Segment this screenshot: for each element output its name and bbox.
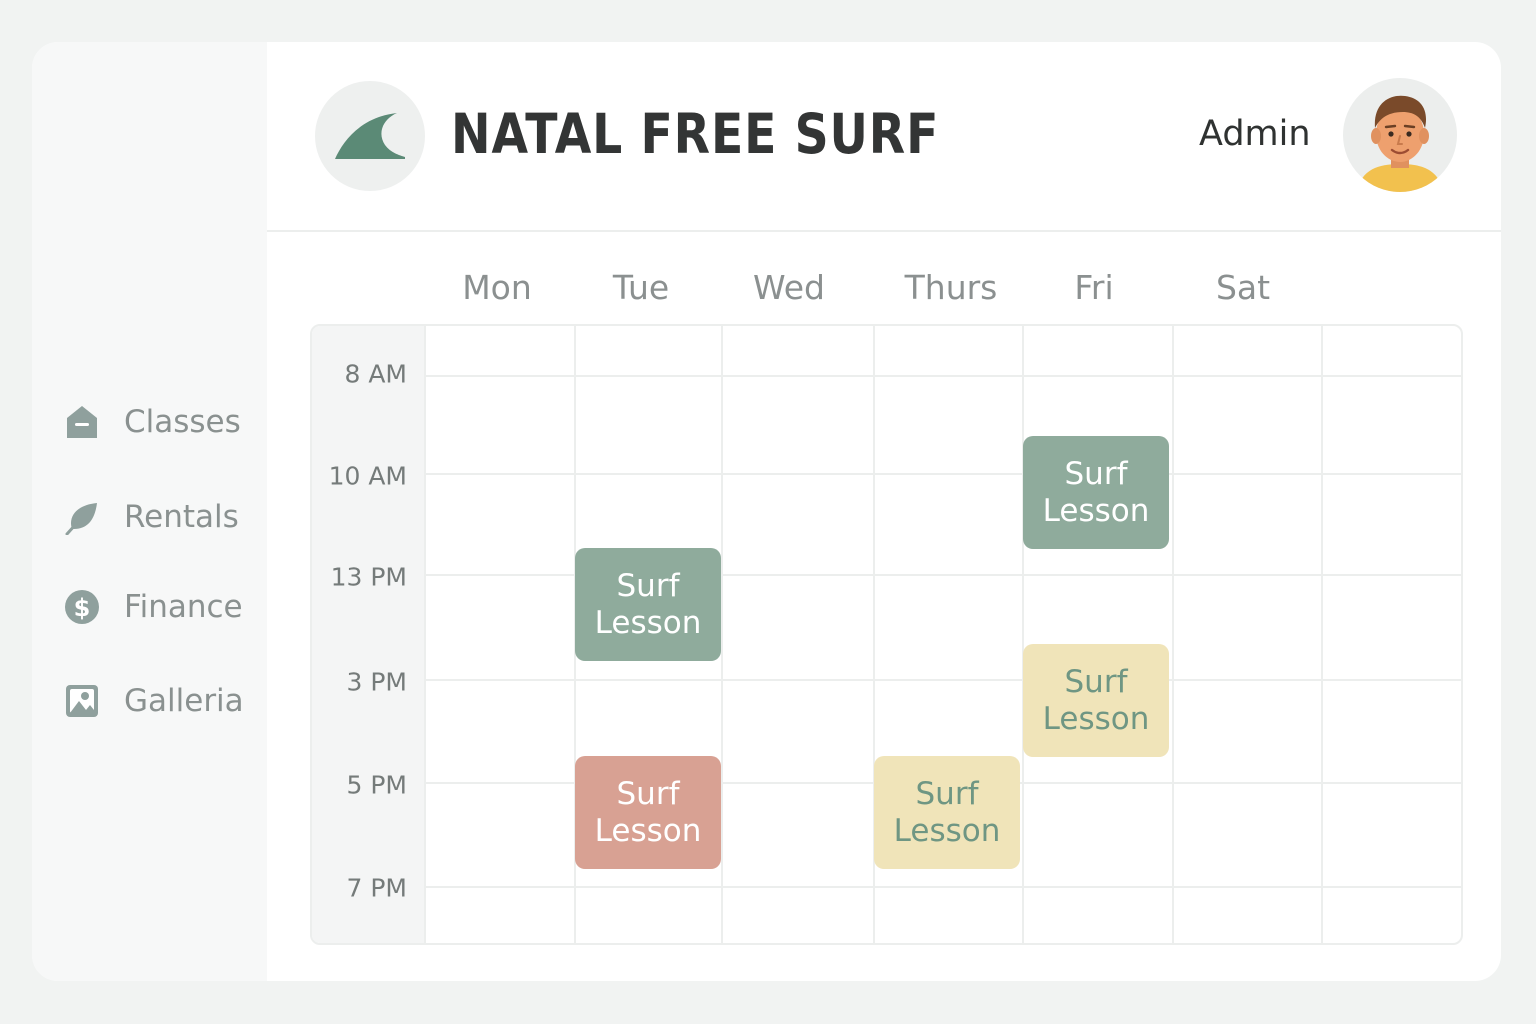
leaf-icon bbox=[64, 497, 104, 537]
app-window: Classes Rentals $ Finance Galleria NATAL… bbox=[32, 42, 1501, 981]
image-icon bbox=[64, 681, 104, 721]
time-label-13pm: 13 PM bbox=[330, 562, 407, 592]
grid-column-divider bbox=[1022, 326, 1024, 943]
sidebar-item-label: Finance bbox=[124, 589, 243, 625]
brand-title: NATAL FREE SURF bbox=[451, 102, 940, 166]
event-subtitle: Lesson bbox=[594, 812, 702, 849]
day-header-mon: Mon bbox=[462, 268, 532, 307]
event-title: Surf bbox=[616, 775, 680, 812]
grid-column-divider bbox=[1172, 326, 1174, 943]
house-icon bbox=[64, 402, 104, 442]
day-header-wed: Wed bbox=[753, 268, 825, 307]
day-header-tue: Tue bbox=[612, 268, 670, 307]
sidebar-item-galleria[interactable]: Galleria bbox=[64, 679, 244, 723]
grid-row-divider bbox=[425, 375, 1461, 377]
user-avatar-icon bbox=[1357, 95, 1443, 192]
event-title: Surf bbox=[915, 775, 979, 812]
time-label-10am: 10 AM bbox=[328, 461, 407, 491]
event-fri-3pm-surf-lesson[interactable]: Surf Lesson bbox=[1023, 644, 1169, 757]
sidebar-item-rentals[interactable]: Rentals bbox=[64, 495, 239, 539]
day-header-sat: Sat bbox=[1215, 268, 1271, 307]
event-tue-5pm-surf-lesson[interactable]: Surf Lesson bbox=[575, 756, 721, 869]
event-subtitle: Lesson bbox=[1042, 492, 1150, 529]
grid-row-divider bbox=[425, 679, 1461, 681]
event-tue-13pm-surf-lesson[interactable]: Surf Lesson bbox=[575, 548, 721, 661]
grid-column-divider bbox=[721, 326, 723, 943]
event-subtitle: Lesson bbox=[893, 812, 1001, 849]
time-column: 8 AM 10 AM 13 PM 3 PM 5 PM 7 PM bbox=[312, 326, 425, 943]
event-title: Surf bbox=[1064, 455, 1128, 492]
svg-text:$: $ bbox=[74, 594, 91, 622]
sidebar-item-label: Classes bbox=[124, 404, 241, 440]
dollar-icon: $ bbox=[64, 587, 104, 627]
sidebar-item-finance[interactable]: $ Finance bbox=[64, 585, 243, 629]
sidebar-item-classes[interactable]: Classes bbox=[64, 400, 241, 444]
sidebar-item-label: Rentals bbox=[124, 499, 239, 535]
sidebar: Classes Rentals $ Finance Galleria bbox=[32, 42, 267, 981]
event-subtitle: Lesson bbox=[594, 604, 702, 641]
grid-row-divider bbox=[425, 886, 1461, 888]
grid-row-divider bbox=[425, 473, 1461, 475]
grid-column-divider bbox=[424, 326, 426, 943]
time-label-8am: 8 AM bbox=[344, 359, 407, 389]
sidebar-item-label: Galleria bbox=[124, 683, 244, 719]
header: NATAL FREE SURF Admin bbox=[267, 42, 1501, 232]
user-name[interactable]: Admin bbox=[1199, 114, 1311, 154]
grid-column-divider bbox=[1321, 326, 1323, 943]
event-fri-10am-surf-lesson[interactable]: Surf Lesson bbox=[1023, 436, 1169, 549]
event-title: Surf bbox=[1064, 663, 1128, 700]
avatar[interactable] bbox=[1343, 78, 1457, 192]
wave-fin-icon bbox=[335, 113, 405, 159]
calendar-grid: 8 AM 10 AM 13 PM 3 PM 5 PM 7 PM Surf Les… bbox=[310, 324, 1463, 945]
time-label-5pm: 5 PM bbox=[346, 770, 408, 800]
time-label-3pm: 3 PM bbox=[346, 667, 408, 697]
event-subtitle: Lesson bbox=[1042, 700, 1150, 737]
day-header-fri: Fri bbox=[1074, 268, 1114, 307]
event-title: Surf bbox=[616, 567, 680, 604]
logo[interactable] bbox=[315, 81, 425, 191]
day-header-thurs: Thurs bbox=[904, 268, 998, 307]
event-thurs-5pm-surf-lesson[interactable]: Surf Lesson bbox=[874, 756, 1020, 869]
time-label-7pm: 7 PM bbox=[346, 873, 408, 903]
